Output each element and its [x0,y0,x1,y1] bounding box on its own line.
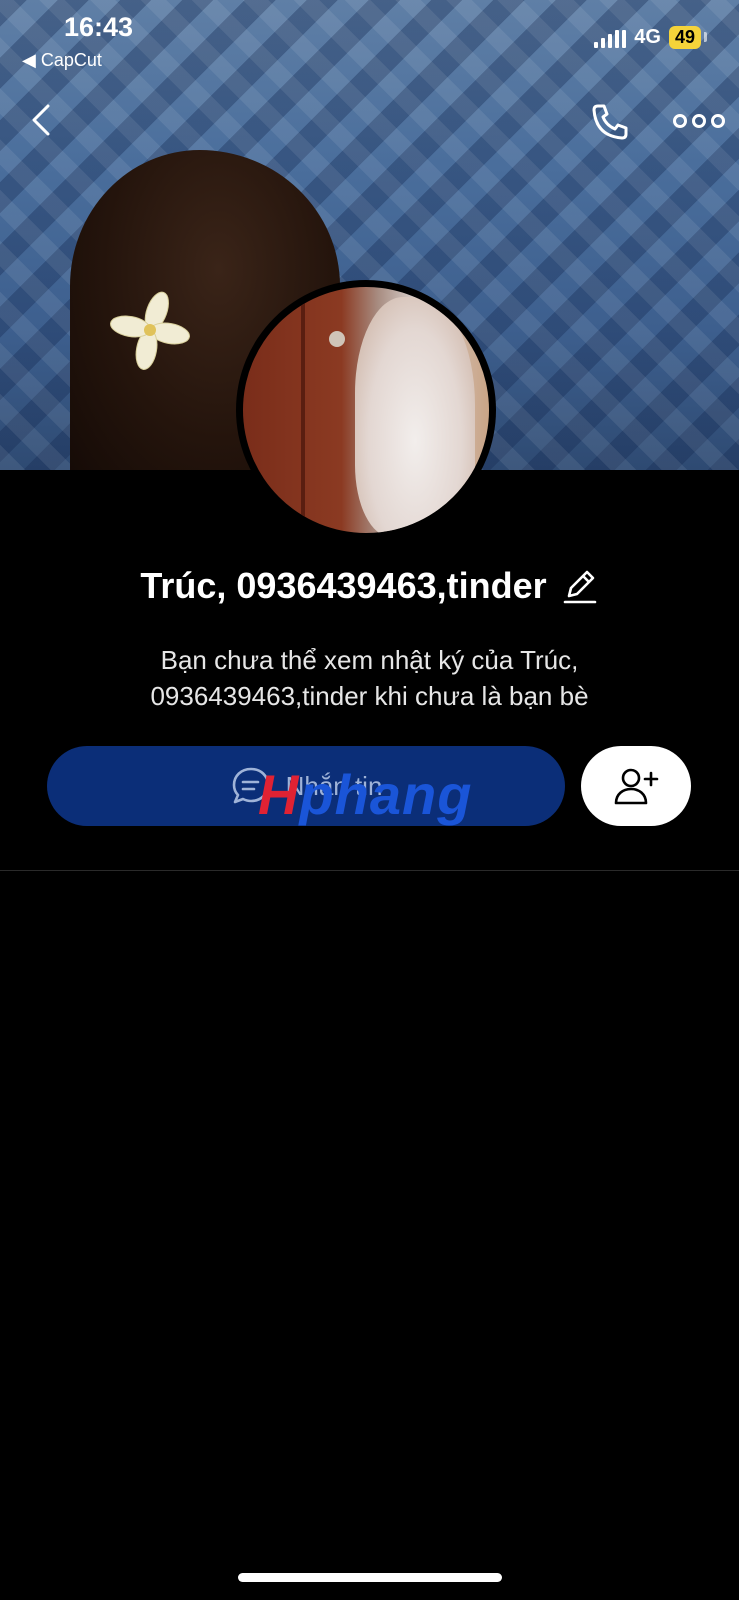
profile-name: Trúc, 0936439463,tinder [140,565,547,606]
hair-flower-decoration [110,291,190,370]
edit-pencil-icon[interactable] [561,566,599,606]
signal-icon [594,28,627,48]
section-divider [0,870,739,871]
add-friend-icon [614,768,659,805]
diary-privacy-note: Bạn chưa thể xem nhật ký của Trúc, 09364… [150,645,589,711]
avatar-figure [355,297,475,533]
add-friend-button[interactable] [581,746,691,826]
phone-icon[interactable] [588,100,632,144]
more-dots-icon[interactable] [672,106,726,136]
battery-indicator: 49 [668,26,708,49]
avatar-photo [243,287,489,533]
status-time: 16:43 [64,12,134,42]
avatar-door-knob [329,331,345,347]
profile-avatar[interactable] [236,280,496,540]
status-indicators: 4G 49 [594,26,708,49]
network-type: 4G [634,26,661,48]
chevron-left-icon[interactable] [26,100,56,140]
message-button[interactable]: Nhắn tin [47,746,565,826]
back-to-app-link[interactable]: ◀ CapCut [22,50,102,71]
home-indicator[interactable] [238,1573,502,1582]
chat-icon [232,767,269,804]
profile-name-row: Trúc, 0936439463,tinder [0,565,739,607]
avatar-door-detail [301,287,305,533]
message-button-label: Nhắn tin [285,770,383,801]
